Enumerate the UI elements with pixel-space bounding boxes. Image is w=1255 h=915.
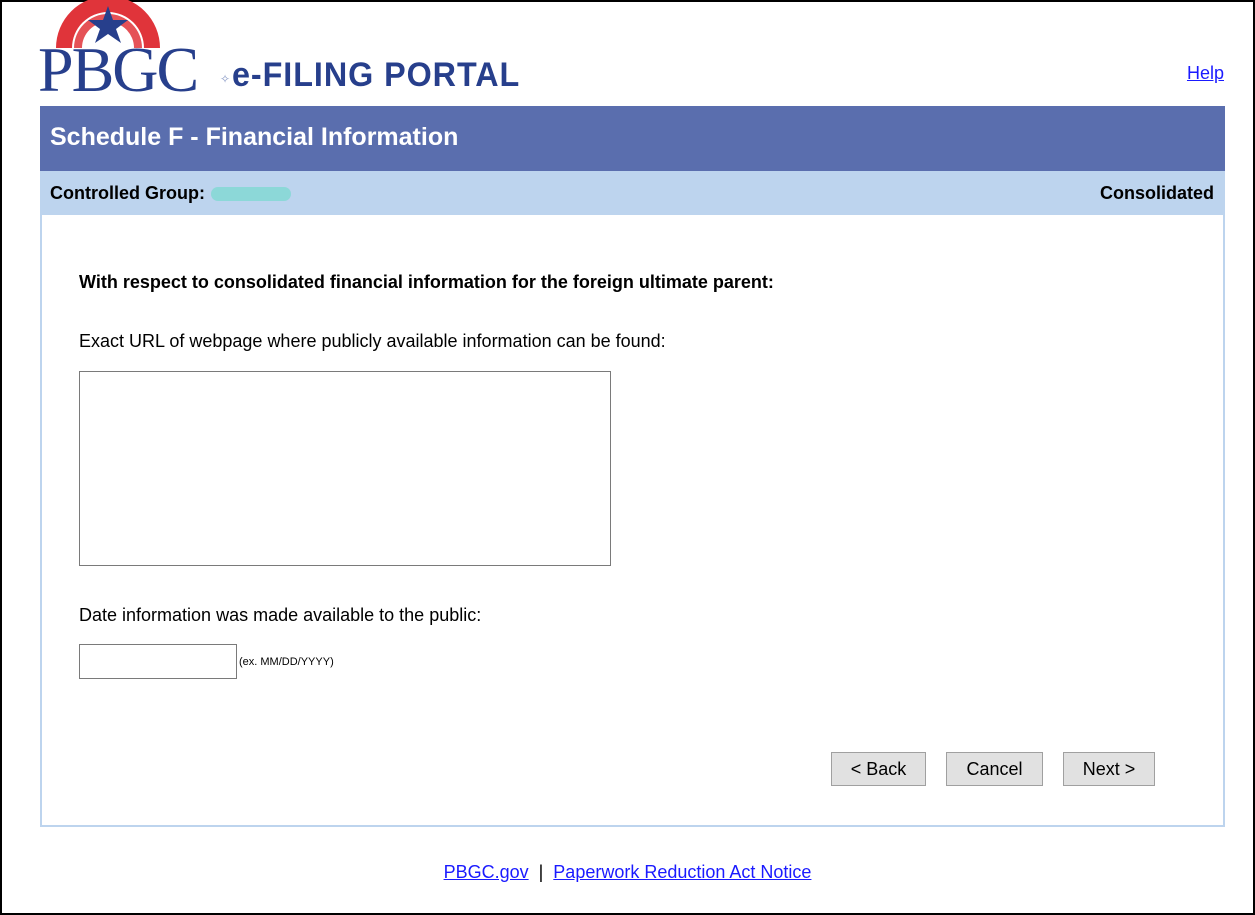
back-button[interactable]: < Back xyxy=(831,752,926,786)
form-question: With respect to consolidated financial i… xyxy=(79,272,774,292)
url-textarea[interactable] xyxy=(79,371,611,566)
page-title: Schedule F - Financial Information xyxy=(50,123,459,151)
cancel-button[interactable]: Cancel xyxy=(946,752,1043,786)
footer: PBGC.gov | Paperwork Reduction Act Notice xyxy=(0,861,1255,883)
form-panel: With respect to consolidated financial i… xyxy=(40,215,1225,827)
pbgc-logo[interactable]: PBGC ✧ e-FILING PORTAL xyxy=(38,0,538,106)
paperwork-reduction-link[interactable]: Paperwork Reduction Act Notice xyxy=(553,862,811,882)
help-link[interactable]: Help xyxy=(1187,63,1224,84)
date-input[interactable] xyxy=(79,644,237,679)
pbgc-gov-link[interactable]: PBGC.gov xyxy=(444,862,529,882)
filing-type: Consolidated xyxy=(1099,183,1214,203)
date-label: Date information was made available to t… xyxy=(79,605,482,625)
date-format-hint: (ex. MM/DD/YYYY) xyxy=(239,656,334,668)
logo-letters: PBGC xyxy=(38,34,199,105)
next-button[interactable]: Next > xyxy=(1063,752,1155,786)
footer-separator: | xyxy=(538,862,544,882)
header: PBGC ✧ e-FILING PORTAL Help xyxy=(38,0,1226,106)
controlled-group-value-redacted xyxy=(210,187,291,202)
logo-subtitle: e-FILING PORTAL xyxy=(232,56,521,94)
logo-separator-icon: ✧ xyxy=(220,72,231,86)
controlled-group: Controlled Group: xyxy=(50,183,291,203)
title-bar: Schedule F - Financial Information xyxy=(40,106,1225,171)
subheader: Controlled Group: Consolidated xyxy=(40,171,1225,215)
url-label: Exact URL of webpage where publicly avai… xyxy=(79,331,666,351)
controlled-group-label: Controlled Group: xyxy=(50,183,205,203)
